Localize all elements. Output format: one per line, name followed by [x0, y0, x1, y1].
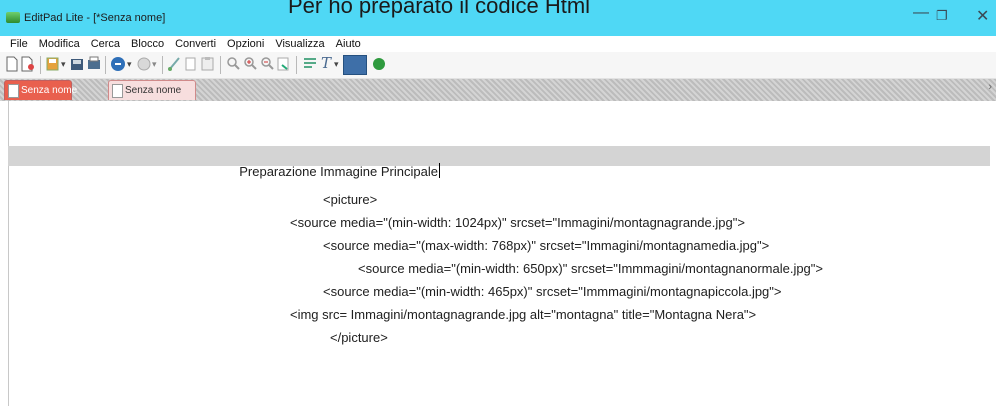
- zoom-out-icon[interactable]: [260, 56, 274, 72]
- tab-strip: Senza nome Senza nome ›: [0, 79, 996, 101]
- redo-icon[interactable]: [136, 56, 152, 72]
- tab-label: Senza nome: [21, 85, 78, 96]
- text-caret: [438, 163, 440, 178]
- code-line: <source media="(min-width: 465px)" srcse…: [323, 284, 782, 299]
- toolbar-separator: [296, 56, 297, 74]
- editor-heading: Preparazione Immagine Principale: [239, 164, 438, 179]
- open-file-icon[interactable]: [21, 56, 35, 72]
- toolbar: ▾ ▾ ▾ T ▾: [0, 52, 996, 79]
- code-line: <picture>: [323, 192, 378, 207]
- menu-bar: File Modifica Cerca Blocco Converti Opzi…: [0, 36, 996, 52]
- toolbar-separator: [40, 56, 41, 74]
- new-document-icon[interactable]: [6, 56, 18, 72]
- current-line-highlight: [8, 146, 990, 166]
- paste-icon[interactable]: [201, 56, 215, 72]
- menu-opzioni[interactable]: Opzioni: [226, 38, 265, 50]
- toolbar-separator: [162, 56, 163, 74]
- menu-aiuto[interactable]: Aiuto: [335, 38, 362, 50]
- menu-visualizza[interactable]: Visualizza: [274, 38, 325, 50]
- replace-icon[interactable]: [277, 56, 291, 72]
- chevron-down-icon[interactable]: ▾: [127, 59, 132, 75]
- code-line: <source media="(min-width: 650px)" srcse…: [358, 261, 823, 276]
- overlay-caption: Per ho preparato il codice Html: [288, 0, 591, 18]
- document-icon: [8, 84, 19, 98]
- save-all-icon[interactable]: [70, 56, 84, 72]
- menu-blocco[interactable]: Blocco: [130, 38, 165, 50]
- minimize-button[interactable]: —: [913, 4, 929, 22]
- save-icon[interactable]: [46, 56, 60, 72]
- menu-file[interactable]: File: [9, 38, 29, 50]
- print-icon[interactable]: [87, 56, 101, 72]
- app-icon: [6, 12, 20, 23]
- document-icon: [112, 84, 123, 98]
- editor-heading-line: Preparazione Immagine Principale: [232, 148, 440, 179]
- chevron-down-icon[interactable]: ▾: [334, 59, 339, 75]
- tab-senza-nome-1[interactable]: Senza nome: [4, 80, 77, 100]
- tab-scroll-arrow-icon[interactable]: ›: [988, 81, 992, 93]
- toolbar-separator: [220, 56, 221, 74]
- cut-icon[interactable]: [167, 56, 181, 72]
- code-line: <source media="(max-width: 768px)" srcse…: [323, 238, 770, 253]
- chevron-down-icon[interactable]: ▾: [152, 59, 157, 75]
- window-title: EditPad Lite - [*Senza nome]: [24, 12, 166, 24]
- font-icon[interactable]: T: [321, 54, 331, 72]
- menu-cerca[interactable]: Cerca: [90, 38, 121, 50]
- code-line: <source media="(min-width: 1024px)" srcs…: [290, 215, 745, 230]
- copy-icon[interactable]: [185, 56, 197, 72]
- undo-icon[interactable]: [110, 56, 126, 72]
- code-line: <img src= Immagini/montagnagrande.jpg al…: [290, 307, 757, 322]
- tab-label: Senza nome: [125, 85, 182, 96]
- close-button[interactable]: ✕: [976, 6, 989, 26]
- word-wrap-icon[interactable]: [302, 56, 318, 72]
- code-line: </picture>: [330, 330, 388, 345]
- maximize-button[interactable]: ❐: [936, 8, 948, 24]
- menu-modifica[interactable]: Modifica: [38, 38, 81, 50]
- menu-converti[interactable]: Converti: [174, 38, 217, 50]
- color-scheme-icon[interactable]: [343, 55, 367, 75]
- chevron-down-icon[interactable]: ▾: [61, 59, 66, 75]
- tab-senza-nome-2[interactable]: Senza nome: [108, 80, 196, 100]
- run-icon[interactable]: [371, 56, 387, 72]
- find-icon[interactable]: [226, 56, 240, 72]
- toolbar-separator: [105, 56, 106, 74]
- zoom-in-icon[interactable]: [243, 56, 257, 72]
